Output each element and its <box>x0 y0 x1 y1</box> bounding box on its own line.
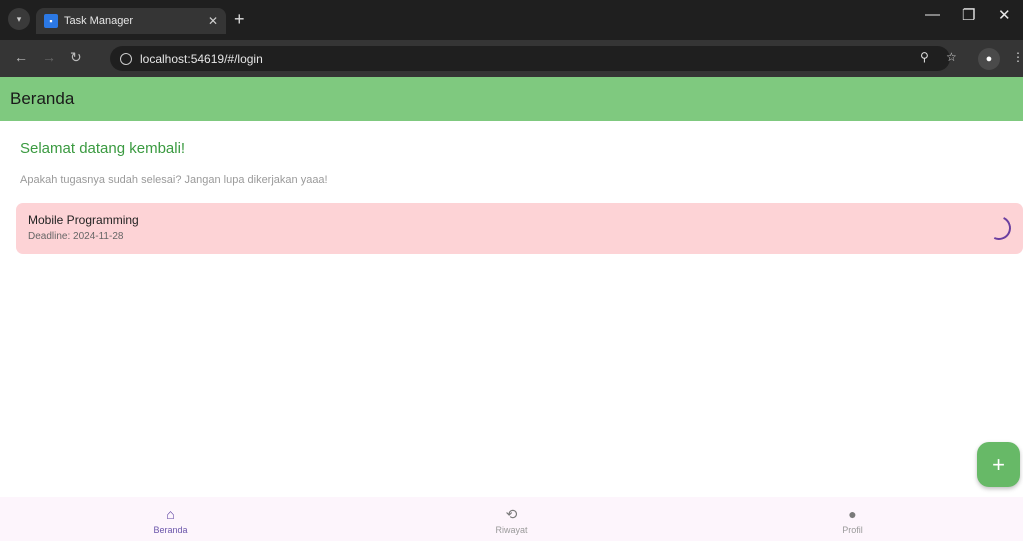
bottom-navigation: ⌂ Beranda ⟲ Riwayat ● Profil <box>0 497 1023 541</box>
back-icon[interactable]: ← <box>14 49 28 65</box>
person-icon: ● <box>848 506 857 522</box>
add-task-button[interactable]: + <box>977 442 1020 487</box>
minimize-icon[interactable]: — <box>925 6 940 23</box>
forward-icon[interactable]: → <box>42 49 56 65</box>
browser-tab-strip: ▾ ▪ Task Manager ✕ + — ❐ ✕ <box>0 0 1023 40</box>
task-title: Mobile Programming <box>28 213 139 227</box>
welcome-subtitle: Apakah tugasnya sudah selesai? Jangan lu… <box>20 174 328 186</box>
close-window-icon[interactable]: ✕ <box>998 6 1011 24</box>
favicon-icon: ▪ <box>44 14 58 28</box>
nav-label: Profil <box>842 525 863 535</box>
site-info-icon[interactable] <box>120 52 132 65</box>
nav-item-profil[interactable]: ● Profil <box>682 497 1023 541</box>
translate-icon[interactable]: ⚲ <box>920 50 929 64</box>
welcome-heading: Selamat datang kembali! <box>20 140 186 157</box>
browser-tab[interactable]: ▪ Task Manager ✕ <box>36 8 226 34</box>
close-tab-icon[interactable]: ✕ <box>208 14 218 28</box>
nav-item-riwayat[interactable]: ⟲ Riwayat <box>341 497 682 541</box>
new-tab-icon[interactable]: + <box>234 9 245 29</box>
address-bar[interactable]: localhost:54619/#/login <box>110 46 950 71</box>
tab-search-button[interactable]: ▾ <box>8 8 30 30</box>
url-text: localhost:54619/#/login <box>140 51 263 66</box>
nav-item-beranda[interactable]: ⌂ Beranda <box>0 497 341 541</box>
browser-toolbar: ← → ↻ localhost:54619/#/login ⚲ ☆ ⋮ <box>0 40 1023 77</box>
restore-icon[interactable]: ❐ <box>962 6 975 24</box>
home-icon: ⌂ <box>166 506 175 522</box>
nav-label: Beranda <box>153 525 188 535</box>
nav-label: Riwayat <box>495 525 528 535</box>
page-title: Beranda <box>10 89 75 108</box>
task-card[interactable]: Mobile Programming Deadline: 2024-11-28 <box>16 203 1023 254</box>
tab-title: Task Manager <box>64 15 134 27</box>
history-icon: ⟲ <box>505 506 518 522</box>
bookmark-star-icon[interactable]: ☆ <box>946 50 957 64</box>
reload-icon[interactable]: ↻ <box>70 49 82 66</box>
menu-icon[interactable]: ⋮ <box>1012 50 1023 64</box>
profile-avatar-icon[interactable]: ● <box>978 48 1000 70</box>
app-bar: Beranda <box>0 77 1023 121</box>
task-deadline: Deadline: 2024-11-28 <box>28 231 124 242</box>
